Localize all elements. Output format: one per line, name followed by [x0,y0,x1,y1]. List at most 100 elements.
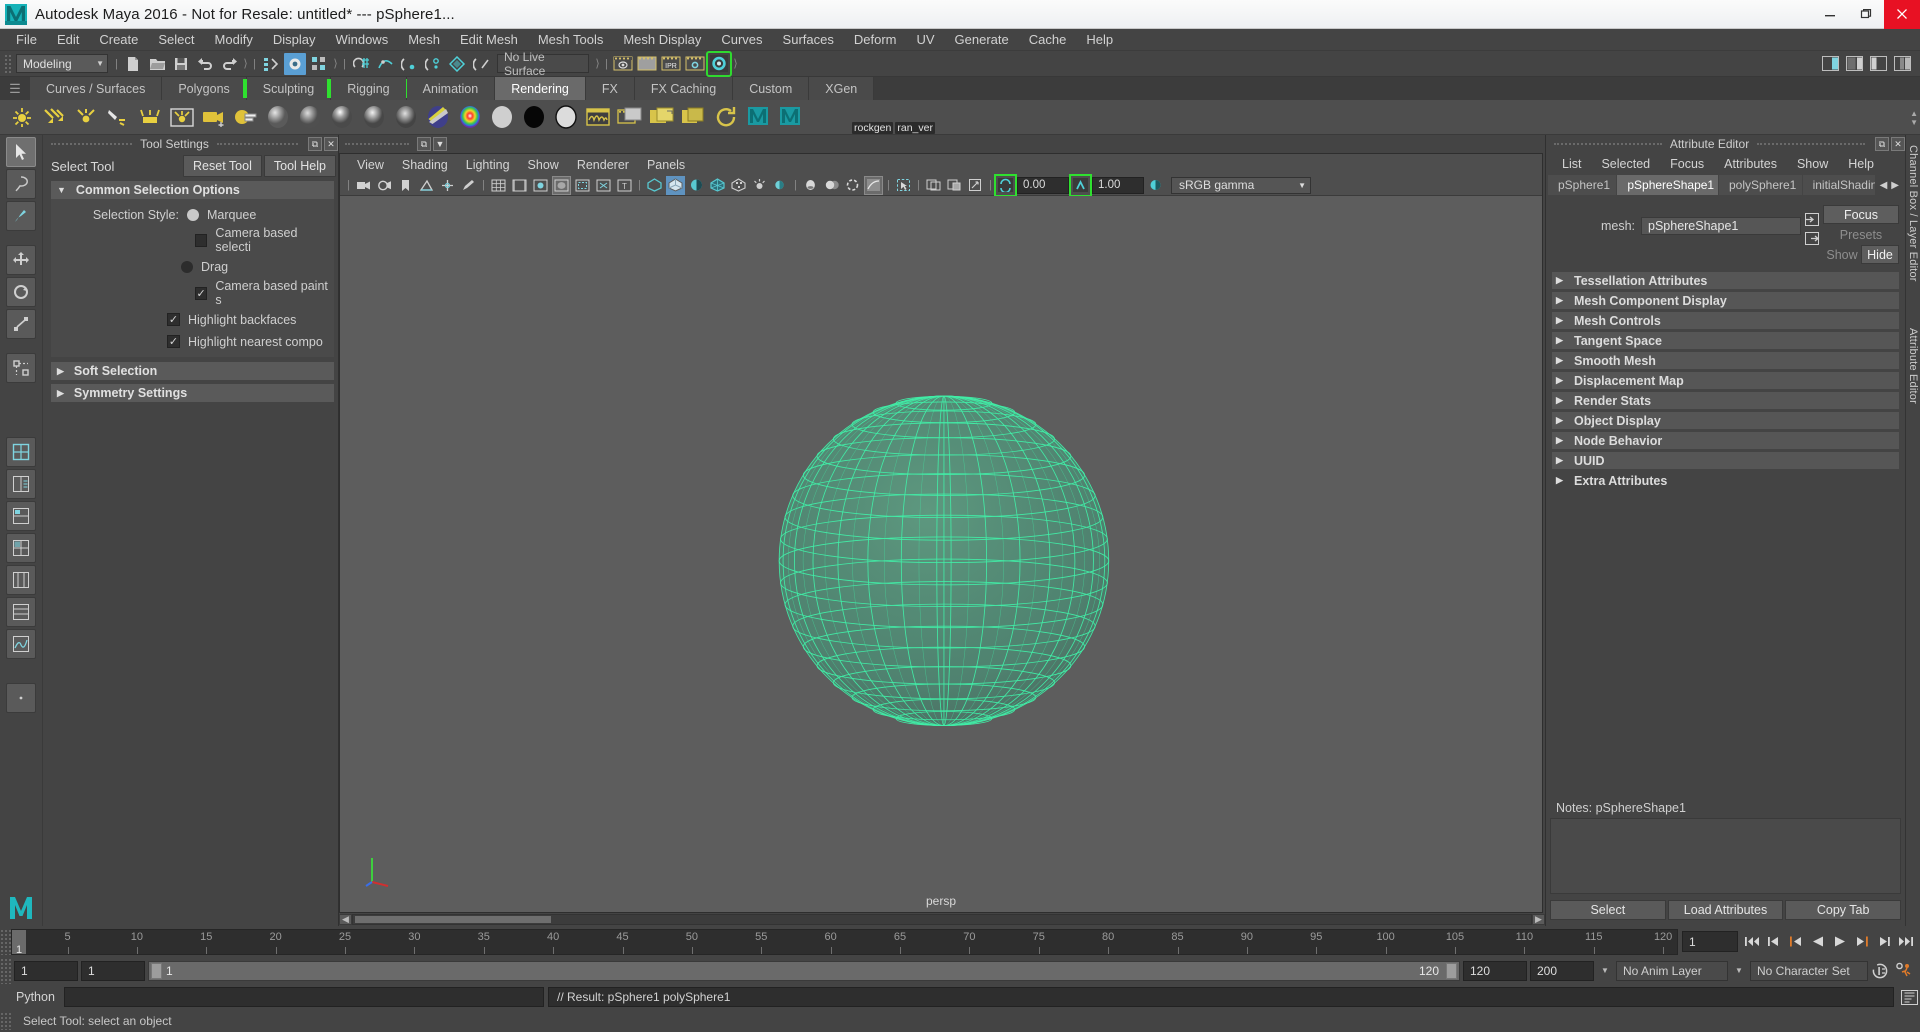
menu-select[interactable]: Select [148,29,204,51]
range-slider-bar[interactable]: 1 120 [148,960,1460,981]
quick-layout-graph-editor-icon[interactable] [6,629,36,659]
shading-map-icon[interactable] [552,103,580,131]
viewport-menu-panels[interactable]: Panels [638,158,694,172]
menu-uv[interactable]: UV [906,29,944,51]
wireframe-shading-icon[interactable] [645,176,664,195]
more-layouts-icon[interactable] [6,683,36,713]
point-light-icon[interactable] [72,103,100,131]
film-gate-icon[interactable] [510,176,529,195]
smooth-shade-selected-icon[interactable] [687,176,706,195]
maximize-button[interactable] [1848,0,1884,29]
snap-to-projected-center-icon[interactable] [422,53,444,75]
main-menu-bar[interactable]: File Edit Create Select Modify Display W… [0,29,1920,51]
save-scene-icon[interactable] [170,53,192,75]
menu-mesh-tools[interactable]: Mesh Tools [528,29,614,51]
shelf-scroll-arrows[interactable]: ▲ ▼ [1910,100,1918,135]
make-live-icon[interactable] [470,53,492,75]
gamma-toggle-icon[interactable] [1069,173,1092,197]
marquee-radio[interactable] [187,208,199,221]
command-language-label[interactable]: Python [0,990,60,1004]
go-to-end-icon[interactable] [1896,931,1916,953]
chevron-down-icon[interactable]: ▼ [1597,961,1613,981]
attribute-editor-menu-bar[interactable]: List Selected Focus Attributes Show Help [1546,153,1905,175]
multisample-aa-icon[interactable] [843,176,862,195]
camera-icon[interactable] [200,103,228,131]
menu-help[interactable]: Help [1076,29,1123,51]
xray-mode-icon[interactable] [924,176,943,195]
shelf-tab-xgen[interactable]: XGen [809,77,875,100]
scroll-thumb[interactable] [355,916,551,923]
directional-light-icon[interactable] [40,103,68,131]
menu-deform[interactable]: Deform [844,29,907,51]
new-scene-icon[interactable] [122,53,144,75]
render-current-frame-icon[interactable] [612,53,634,75]
undock-panel-icon[interactable]: ⧉ [308,137,322,151]
xray-joints-icon[interactable] [945,176,964,195]
screen-space-ao-icon[interactable] [801,176,820,195]
section-tessellation-attributes[interactable]: ▶ Tessellation Attributes [1552,272,1899,289]
viewport-canvas[interactable]: persp [340,196,1542,912]
menu-display[interactable]: Display [263,29,326,51]
help-line-drag-handle[interactable] [0,1012,11,1030]
render-layer-editor-icon[interactable] [680,103,708,131]
menu-create[interactable]: Create [89,29,148,51]
frame-soft-selection[interactable]: ▶ Soft Selection [51,362,334,380]
move-tool-icon[interactable] [6,245,36,275]
chevron-down-icon[interactable]: ▼ [1731,961,1747,981]
focus-button[interactable]: Focus [1823,205,1899,224]
render-settings-window-icon[interactable] [648,103,676,131]
viewport-menu-view[interactable]: View [348,158,393,172]
time-slider-drag-handle[interactable] [0,928,11,955]
select-camera-icon[interactable] [354,176,373,195]
field-chart-icon[interactable] [573,176,592,195]
character-set-dropdown[interactable]: No Character Set [1750,960,1868,981]
undo-icon[interactable] [194,53,216,75]
menu-file[interactable]: File [6,29,47,51]
step-forward-frame-icon[interactable] [1852,931,1872,953]
texture-toggle-icon[interactable] [729,176,748,195]
scroll-track[interactable] [352,914,1532,925]
snap-to-curve-icon[interactable] [374,53,396,75]
safe-action-icon[interactable] [594,176,613,195]
section-object-display[interactable]: ▶ Object Display [1552,412,1899,429]
select-by-hierarchy-icon[interactable] [260,53,282,75]
ipr-window-icon[interactable] [712,103,740,131]
mesh-name-input[interactable]: pSphereShape1 [1641,217,1801,235]
section-node-behavior[interactable]: ▶ Node Behavior [1552,432,1899,449]
shelf-tab-bar[interactable]: ☰ Curves / Surfaces Polygons Sculpting R… [0,77,1920,100]
anim-layer-dropdown[interactable]: No Anim Layer [1616,960,1728,981]
shelf-tab-sculpting[interactable]: Sculpting [242,77,335,100]
minimize-button[interactable] [1812,0,1848,29]
shelf-tab-custom[interactable]: Custom [733,77,810,100]
section-render-stats[interactable]: ▶ Render Stats [1552,392,1899,409]
use-background-icon[interactable] [520,103,548,131]
gate-mask-icon[interactable] [552,175,571,195]
viewport-tool-bar[interactable]: | | T | | | | | 0.00 1.00 sRGB gamma ▼ [340,173,1542,197]
ae-tab-psphere1[interactable]: pSphere1 [1548,175,1617,195]
load-attributes-button[interactable]: Load Attributes [1667,900,1784,920]
ae-menu-help[interactable]: Help [1838,157,1884,171]
ae-tab-pshereshape1[interactable]: pSphereShape1 [1617,175,1718,195]
highlight-nearest-component-checkbox[interactable]: ✓ [167,335,180,348]
sidebar-toggle-icon[interactable] [1819,53,1841,75]
section-extra-attributes[interactable]: ▶ Extra Attributes [1552,472,1899,489]
animation-end-time-field[interactable]: 200 [1530,960,1594,981]
redo-icon[interactable] [218,53,240,75]
image-plane-icon[interactable] [417,176,436,195]
hypershade-icon[interactable] [584,103,612,131]
select-by-object-icon[interactable] [284,52,306,75]
ae-menu-show[interactable]: Show [1787,157,1838,171]
range-right-handle[interactable] [1446,962,1457,979]
shelf-icon-bar[interactable]: rockgen ran_ver ▲ ▼ [0,100,1920,135]
ambient-light-icon[interactable] [8,103,36,131]
highlight-backfaces-checkbox[interactable]: ✓ [167,313,180,326]
quick-layout-single-icon[interactable] [6,437,36,467]
spot-light-icon[interactable] [104,103,132,131]
sphere-wireframe-object[interactable] [340,196,1542,912]
camera-based-paint-checkbox[interactable]: ✓ [195,286,208,300]
section-tangent-space[interactable]: ▶ Tangent Space [1552,332,1899,349]
blinn-material-icon[interactable] [264,103,292,131]
viewport-menu-shading[interactable]: Shading [393,158,457,172]
viewport-horizontal-scrollbar[interactable]: ◀ ▶ [339,913,1545,926]
drag-radio[interactable] [181,260,193,273]
